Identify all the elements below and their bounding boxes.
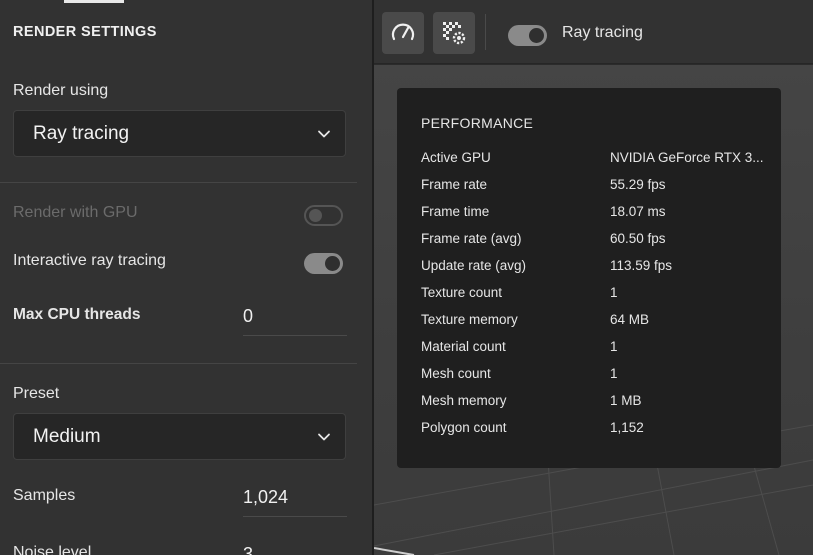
perf-label: Mesh count <box>421 366 491 381</box>
interactive-ray-tracing-toggle[interactable] <box>304 253 343 274</box>
perf-label: Texture count <box>421 285 503 300</box>
noise-level-input[interactable]: 3 <box>243 536 347 555</box>
performance-overlay: PERFORMANCE Active GPU NVIDIA GeForce RT… <box>397 88 781 468</box>
perf-value: 113.59 fps <box>610 258 673 273</box>
perf-label: Frame time <box>421 204 490 219</box>
perf-row-material-count: Material count 1 <box>421 339 771 359</box>
perf-value: 18.07 ms <box>610 204 666 219</box>
perf-value: 60.50 fps <box>610 231 666 246</box>
perf-label: Texture memory <box>421 312 518 327</box>
toggle-knob <box>309 209 322 222</box>
samples-input[interactable]: 1,024 <box>243 479 347 517</box>
toolbar-separator <box>485 14 486 50</box>
section-divider <box>0 182 357 183</box>
perf-value: 1 MB <box>610 393 642 408</box>
chevron-down-icon <box>318 130 330 137</box>
panel-title: RENDER SETTINGS <box>13 24 157 40</box>
perf-row-frame-time: Frame time 18.07 ms <box>421 204 771 224</box>
perf-value: 1,152 <box>610 420 644 435</box>
performance-title: PERFORMANCE <box>421 115 534 131</box>
render-with-gpu-label: Render with GPU <box>13 204 138 221</box>
preset-value: Medium <box>33 425 101 447</box>
render-using-value: Ray tracing <box>33 122 130 144</box>
perf-label: Frame rate (avg) <box>421 231 522 246</box>
perf-value: 64 MB <box>610 312 650 327</box>
perf-label: Material count <box>421 339 506 354</box>
perf-row-mesh-memory: Mesh memory 1 MB <box>421 393 771 413</box>
perf-value: 1 <box>610 339 618 354</box>
render-settings-button[interactable] <box>433 12 475 54</box>
toggle-knob <box>325 256 340 271</box>
performance-button[interactable] <box>382 12 424 54</box>
interactive-ray-tracing-label: Interactive ray tracing <box>13 252 166 269</box>
ray-tracing-label: Ray tracing <box>562 24 643 41</box>
perf-label: Update rate (avg) <box>421 258 527 273</box>
perf-row-frame-rate: Frame rate 55.29 fps <box>421 177 771 197</box>
perf-value: 1 <box>610 285 618 300</box>
render-settings-panel: RENDER SETTINGS Render using Ray tracing… <box>0 0 372 555</box>
noise-level-label: Noise level <box>13 544 92 555</box>
max-cpu-threads-label: Max CPU threads <box>13 306 141 323</box>
render-gear-icon <box>443 22 466 45</box>
perf-value: 55.29 fps <box>610 177 666 192</box>
section-divider <box>0 363 357 364</box>
perf-label: Mesh memory <box>421 393 507 408</box>
perf-row-mesh-count: Mesh count 1 <box>421 366 771 386</box>
render-using-dropdown[interactable]: Ray tracing <box>13 110 346 157</box>
chevron-down-icon <box>318 433 330 440</box>
perf-row-texture-memory: Texture memory 64 MB <box>421 312 771 332</box>
render-with-gpu-toggle[interactable] <box>304 205 343 226</box>
3d-viewport[interactable]: PERFORMANCE Active GPU NVIDIA GeForce RT… <box>374 65 813 555</box>
perf-label: Polygon count <box>421 420 507 435</box>
viewport-toolbar: Ray tracing <box>374 0 813 64</box>
render-using-label: Render using <box>13 82 109 99</box>
ray-tracing-toggle[interactable] <box>508 25 547 46</box>
samples-label: Samples <box>13 487 76 504</box>
perf-row-frame-rate-avg: Frame rate (avg) 60.50 fps <box>421 231 771 251</box>
perf-row-polygon-count: Polygon count 1,152 <box>421 420 771 440</box>
perf-value: 1 <box>610 366 618 381</box>
perf-row-active-gpu: Active GPU NVIDIA GeForce RTX 3... <box>421 150 771 170</box>
max-cpu-threads-input[interactable]: 0 <box>243 298 347 336</box>
preset-label: Preset <box>13 385 60 402</box>
toggle-knob <box>529 28 544 43</box>
perf-row-update-rate-avg: Update rate (avg) 113.59 fps <box>421 258 771 278</box>
perf-label: Frame rate <box>421 177 488 192</box>
speedometer-icon <box>391 23 415 41</box>
perf-row-texture-count: Texture count 1 <box>421 285 771 305</box>
perf-value: NVIDIA GeForce RTX 3... <box>610 150 764 165</box>
perf-label: Active GPU <box>421 150 491 165</box>
preset-dropdown[interactable]: Medium <box>13 413 346 460</box>
active-tab-indicator <box>64 0 124 3</box>
